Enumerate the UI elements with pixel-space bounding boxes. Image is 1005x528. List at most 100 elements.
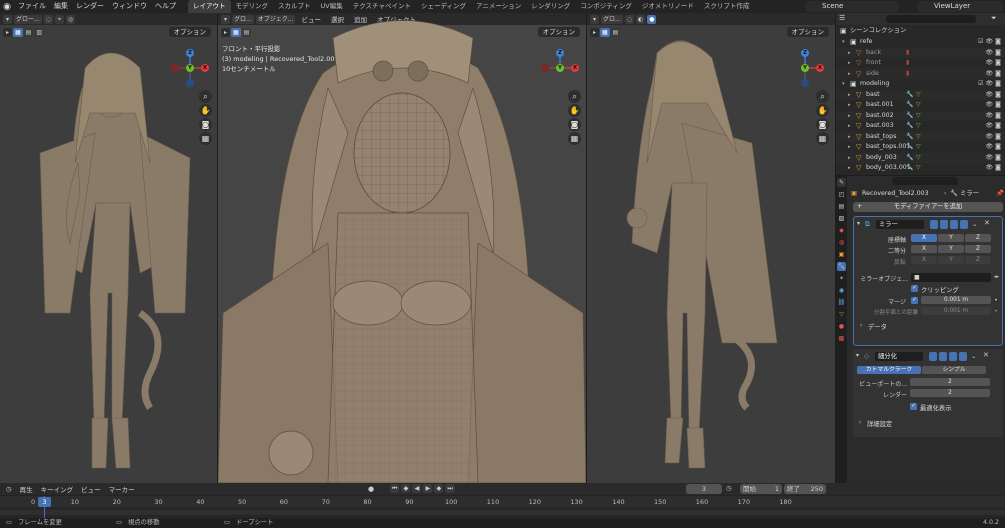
- merge-checkbox[interactable]: ✓: [911, 297, 918, 304]
- properties-editor[interactable]: ✎ ◰ ▤ ▧ ◆ ◍ ▣ 🔧 ✦ ◉ ⛓ ▽ ● ▩ ▣ Recovered_…: [836, 176, 1005, 483]
- mirror-axis-y[interactable]: Y: [938, 234, 964, 242]
- outliner-row[interactable]: ▸ ▽ side ▮ 👁 ◙: [836, 68, 1005, 80]
- expand-icon[interactable]: ▸: [848, 121, 851, 132]
- outliner-row[interactable]: ▸ ▽ bast 🔧 ▽ 👁 ◙: [836, 89, 1005, 101]
- outliner-row[interactable]: ▸ ▽ bast.003 🔧 ▽ 👁 ◙: [836, 121, 1005, 132]
- tab-animation[interactable]: アニメーション: [471, 0, 526, 13]
- mirror-axis-x[interactable]: X: [911, 234, 937, 242]
- keyframe-icon[interactable]: •: [994, 296, 998, 304]
- blender-logo-icon[interactable]: ◉: [0, 0, 14, 13]
- clipping-checkbox[interactable]: ✓: [911, 285, 918, 292]
- scene-selector[interactable]: Scene: [806, 1, 898, 12]
- expand-icon[interactable]: ▾: [842, 37, 845, 48]
- texture-tab-icon[interactable]: ▩: [837, 334, 846, 343]
- expand-icon[interactable]: ▸: [848, 163, 851, 174]
- camera-icon[interactable]: ◙: [995, 121, 1001, 132]
- outliner-row[interactable]: ▸ ▽ back ▮ 👁 ◙: [836, 47, 1005, 59]
- eye-icon[interactable]: 👁: [986, 153, 994, 164]
- render-levels-field[interactable]: 2: [910, 389, 990, 397]
- physics-tab-icon[interactable]: ◉: [837, 286, 846, 295]
- timeline-editor-icon[interactable]: ◷: [0, 485, 16, 493]
- expand-icon[interactable]: ▸: [848, 132, 851, 143]
- timeline[interactable]: ◷ 再生 キーイング ビュー マーカー ● ⏮ ◆ ◀ ▶ ◆ ⏭ 3 ◷ 開始…: [0, 483, 1005, 528]
- eye-icon[interactable]: 👁: [986, 79, 994, 90]
- flip-axis-y[interactable]: Y: [938, 256, 964, 264]
- outliner-row[interactable]: ▸ ▽ body_003.001 🔧 ▽ 👁 ◙: [836, 163, 1005, 174]
- expand-icon[interactable]: ▸: [848, 48, 851, 59]
- bisect-distance-field[interactable]: 0.001 m: [921, 307, 991, 315]
- menu-window[interactable]: ウィンドウ: [108, 0, 151, 13]
- cage-icon[interactable]: [940, 220, 948, 229]
- tool-tab-icon[interactable]: ✎: [837, 178, 846, 187]
- timeline-ruler[interactable]: 0 10 20 30 40 50 60 70 80 90 100 110 120 130 140 150 160…: [0, 496, 1005, 507]
- camera-icon[interactable]: ◙: [995, 48, 1001, 59]
- jump-start-icon[interactable]: ⏮: [390, 484, 400, 493]
- render-display-icon[interactable]: [959, 352, 967, 361]
- cage-icon[interactable]: [939, 352, 947, 361]
- menu-view[interactable]: ビュー: [77, 484, 105, 494]
- view-layer-tab-icon[interactable]: ▧: [837, 214, 846, 223]
- eye-icon[interactable]: 👁: [986, 142, 994, 153]
- start-frame-field[interactable]: 開始 1: [740, 484, 782, 494]
- pin-icon[interactable]: 📌: [996, 188, 1004, 199]
- camera-icon[interactable]: ◙: [995, 111, 1001, 122]
- tab-geometry-nodes[interactable]: ジオメトリノード: [637, 0, 699, 13]
- tab-compositing[interactable]: コンポジティング: [575, 0, 637, 13]
- tab-modeling[interactable]: モデリング: [231, 0, 274, 13]
- tab-shading[interactable]: シェーディング: [416, 0, 471, 13]
- expand-icon[interactable]: ›: [860, 322, 862, 329]
- eye-icon[interactable]: 👁: [986, 48, 994, 59]
- tab-sculpt[interactable]: スカルプト: [273, 0, 316, 13]
- eye-icon[interactable]: 👁: [986, 58, 994, 69]
- expand-icon[interactable]: ▸: [848, 58, 851, 69]
- menu-edit[interactable]: 編集: [50, 0, 72, 13]
- exclude-checkbox-icon[interactable]: ☑: [978, 79, 983, 90]
- camera-icon[interactable]: ◙: [995, 142, 1001, 153]
- eye-icon[interactable]: 👁: [986, 100, 994, 111]
- camera-icon[interactable]: ◙: [995, 153, 1001, 164]
- bisect-axis-x[interactable]: X: [911, 245, 937, 253]
- tab-layout[interactable]: レイアウト: [188, 0, 231, 13]
- remove-modifier-icon[interactable]: ✕: [983, 351, 989, 359]
- eye-icon[interactable]: 👁: [986, 132, 994, 143]
- data-subpanel-label[interactable]: データ: [868, 322, 887, 331]
- viewport-right[interactable]: ▾ グロ... ◌ ◐ ● ▸ ▦ ▤ オプション Z X Y ⌕ ✋ ◙ ▦: [587, 13, 835, 483]
- eye-icon[interactable]: 👁: [986, 90, 994, 101]
- expand-icon[interactable]: ▸: [848, 90, 851, 101]
- expand-icon[interactable]: ▸: [848, 100, 851, 111]
- viewport-display-icon[interactable]: [950, 220, 958, 229]
- render-display-icon[interactable]: [960, 220, 968, 229]
- subsurf-name-field[interactable]: 細分化: [875, 352, 923, 361]
- expand-icon[interactable]: ▸: [848, 142, 851, 153]
- output-tab-icon[interactable]: ▤: [837, 202, 846, 211]
- view-layer-selector[interactable]: ViewLayer: [918, 1, 1003, 12]
- expand-icon[interactable]: ▸: [848, 69, 851, 80]
- bisect-axis-y[interactable]: Y: [938, 245, 964, 253]
- menu-help[interactable]: ヘルプ: [151, 0, 180, 13]
- expand-icon[interactable]: ▾: [842, 79, 845, 90]
- outliner-editor-icon[interactable]: ☰: [839, 14, 845, 22]
- mirror-axis-z[interactable]: Z: [965, 234, 991, 242]
- outliner-row[interactable]: ▸ ▽ front ▮ 👁 ◙: [836, 58, 1005, 69]
- simple-button[interactable]: シンプル: [922, 366, 986, 374]
- tab-texture-paint[interactable]: テクスチャペイント: [348, 0, 416, 13]
- expand-icon[interactable]: ▸: [848, 111, 851, 122]
- exclude-checkbox-icon[interactable]: ☑: [978, 37, 983, 48]
- camera-icon[interactable]: ◙: [995, 37, 1001, 48]
- catmull-clark-button[interactable]: カトマルクラーク: [857, 366, 921, 374]
- current-frame-field[interactable]: 3: [686, 484, 722, 494]
- record-icon[interactable]: ●: [368, 485, 374, 493]
- filter-icon[interactable]: ⏷: [991, 14, 997, 23]
- outliner-row[interactable]: ▸ ▽ bast_tops.001 🔧 ▽ 👁 ◙: [836, 142, 1005, 153]
- prev-key-icon[interactable]: ◆: [401, 484, 411, 493]
- jump-end-icon[interactable]: ⏭: [445, 484, 455, 493]
- edit-mode-icon[interactable]: [930, 220, 938, 229]
- menu-render[interactable]: レンダー: [72, 0, 108, 13]
- mirror-object-field[interactable]: ■: [911, 273, 991, 282]
- modifier-menu-icon[interactable]: ⌄: [972, 220, 977, 228]
- collapse-icon[interactable]: ▾: [857, 220, 860, 227]
- expand-icon[interactable]: ›: [859, 419, 861, 426]
- end-frame-field[interactable]: 終了 250: [784, 484, 826, 494]
- camera-icon[interactable]: ◙: [995, 163, 1001, 174]
- edit-mode-icon[interactable]: [929, 352, 937, 361]
